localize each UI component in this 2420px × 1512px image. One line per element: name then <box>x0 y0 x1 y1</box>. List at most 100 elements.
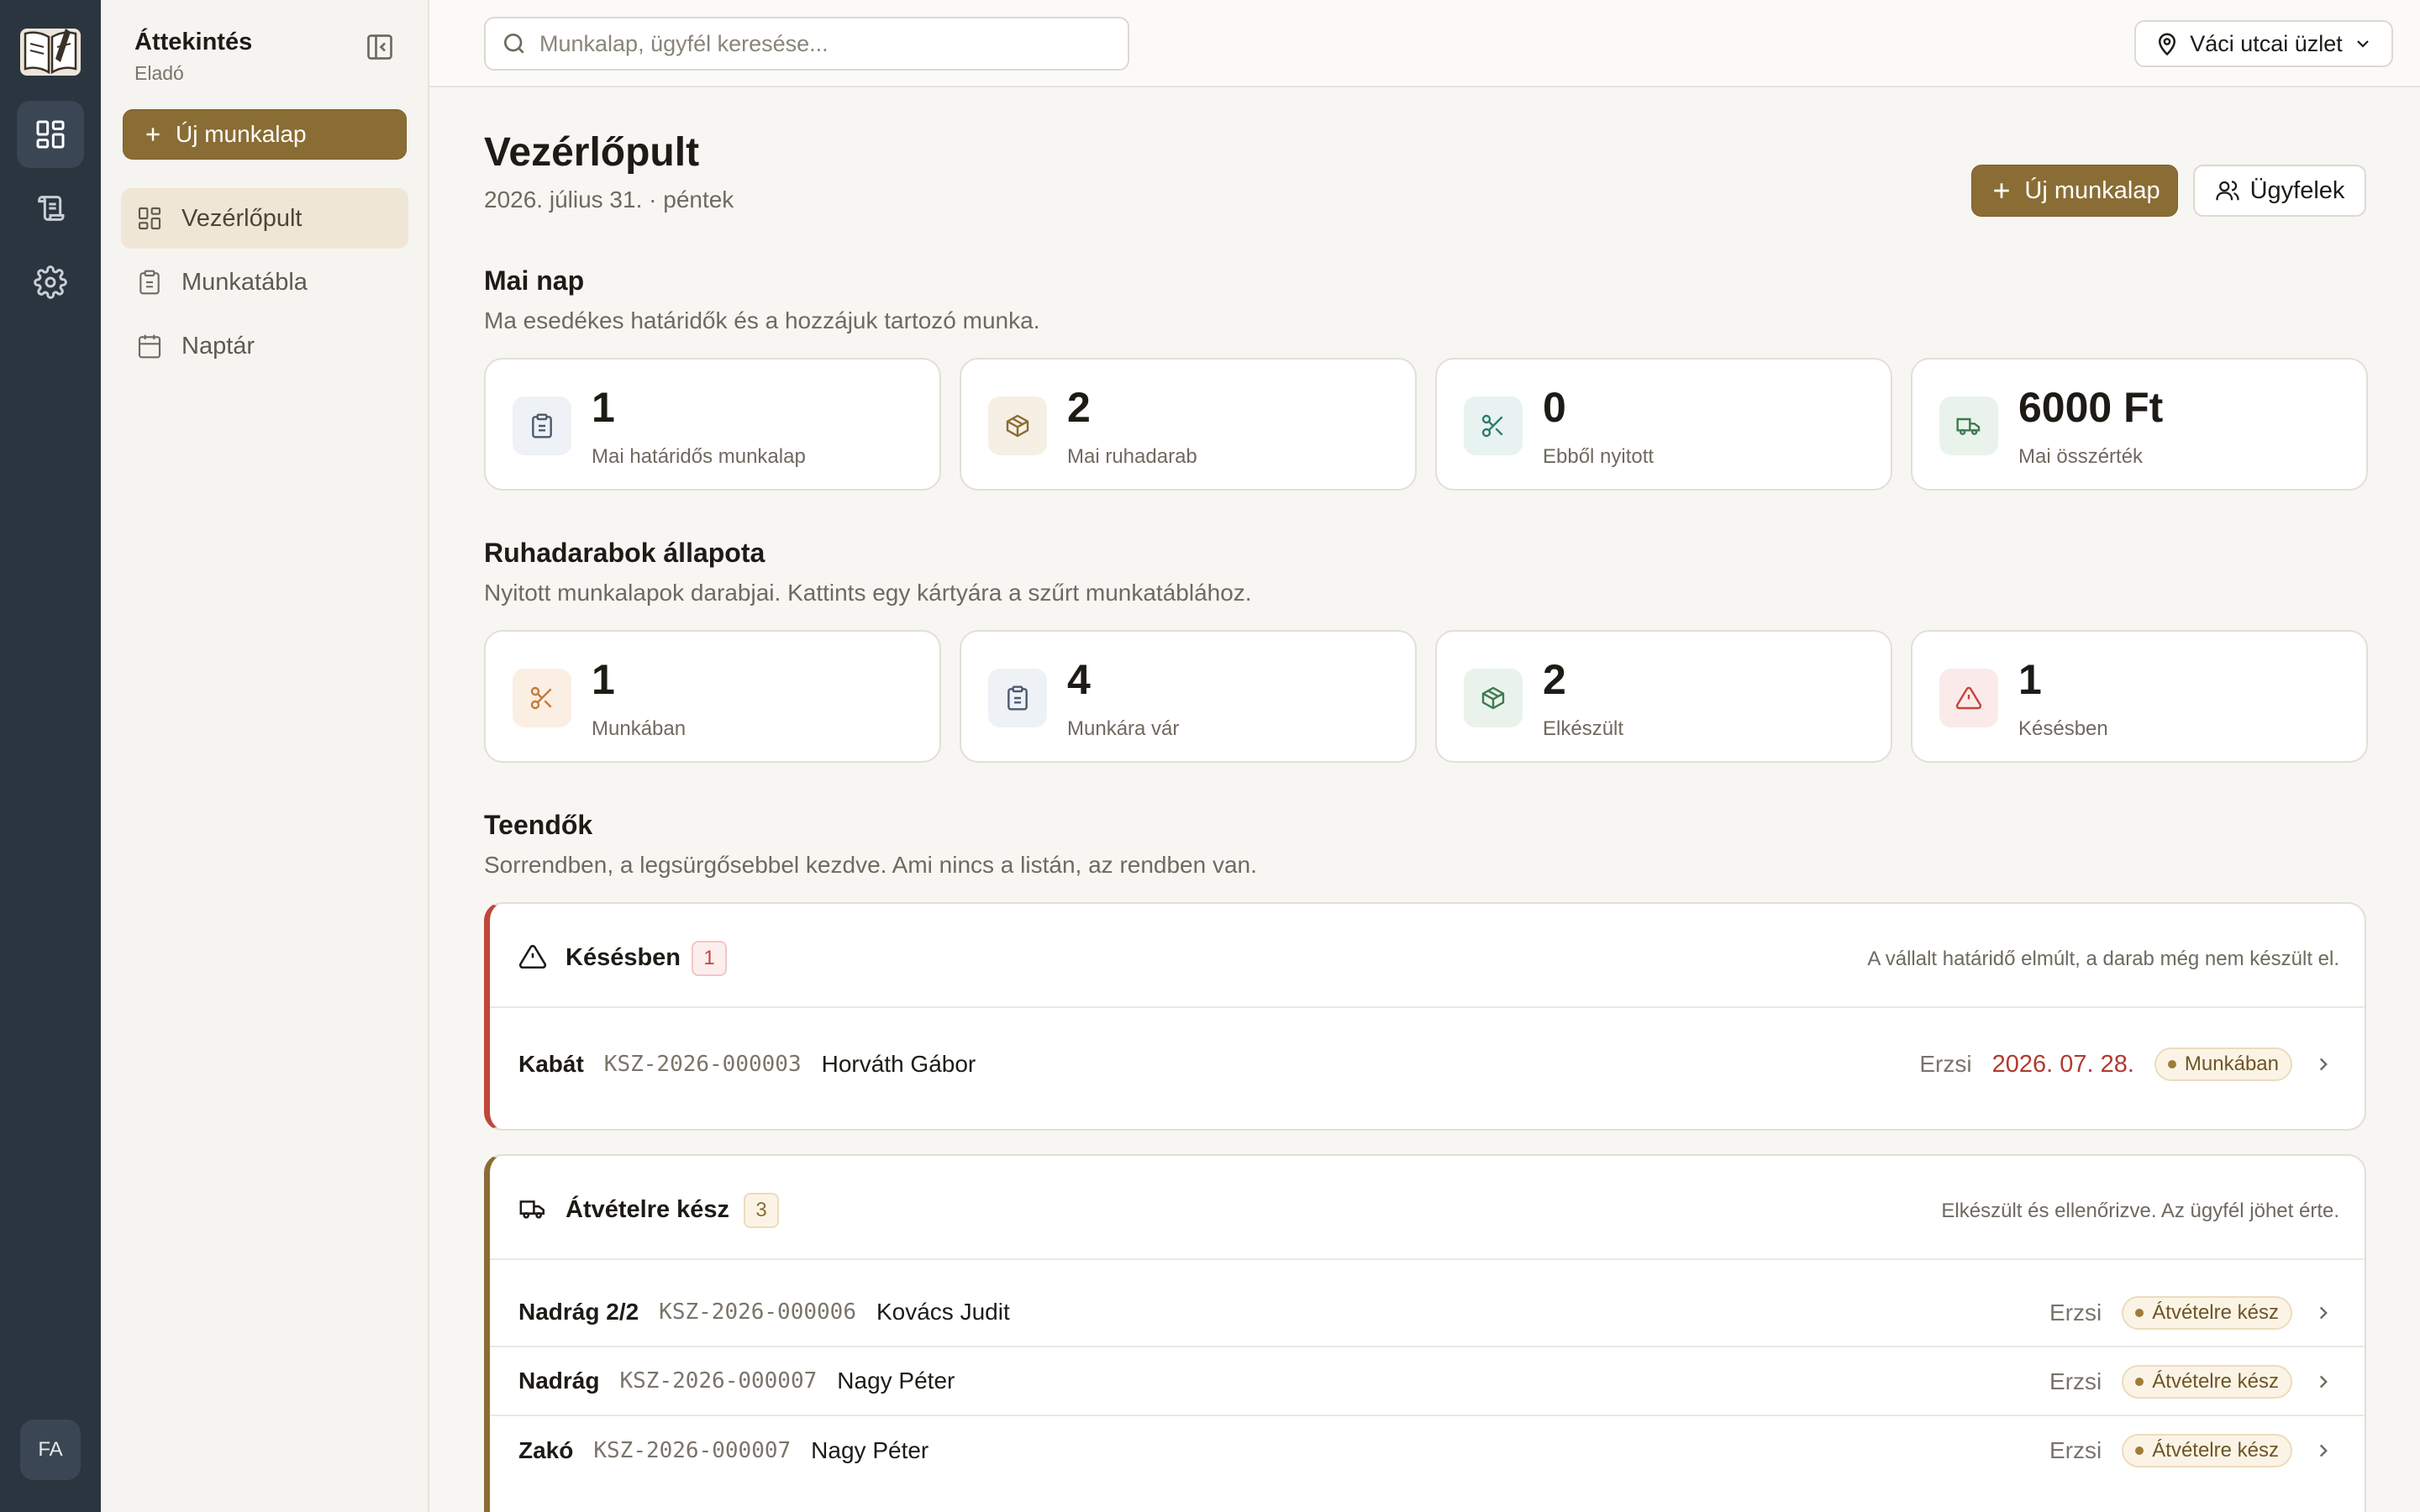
today-card-garments[interactable]: 2 Mai ruhadarab <box>960 358 1417 491</box>
icon-rail: FA <box>0 0 101 1512</box>
group-hint: A vállalt határidő elmúlt, a darab még n… <box>1867 948 2339 970</box>
warning-icon <box>518 944 547 969</box>
status-card-late[interactable]: 1 Késésben <box>1911 630 2368 763</box>
row-staff: Erzsi <box>1919 1051 1972 1077</box>
sidebar-item-label: Munkatábla <box>182 268 308 296</box>
user-avatar[interactable]: FA <box>20 1420 81 1480</box>
sidebar-item-dashboard[interactable]: Vezérlőpult <box>121 188 408 249</box>
main-content: Vezérlőpult 2026. július 31. · péntek Új… <box>484 87 2368 1512</box>
sidebar-collapse-button[interactable] <box>365 32 395 62</box>
status-card-waiting[interactable]: 4 Munkára vár <box>960 630 1417 763</box>
dashboard-grid-icon <box>138 207 161 230</box>
chevron-right-icon <box>2319 1306 2328 1320</box>
gear-icon <box>34 265 67 299</box>
row-item: Zakó <box>518 1437 574 1463</box>
row-due-date: 2026. 07. 28. <box>1991 1050 2134 1078</box>
chevron-right-icon <box>2319 1444 2328 1457</box>
table-row[interactable]: Kabát KSZ-2026-000003 Horváth Gábor Erzs… <box>490 1030 2365 1099</box>
row-client: Horváth Gábor <box>821 1051 976 1077</box>
store-name: Váci utcai üzlet <box>2190 30 2343 56</box>
sidebar-item-calendar[interactable]: Naptár <box>121 316 408 376</box>
rail-dashboard-button[interactable] <box>17 101 84 168</box>
status-badge: Átvételre kész <box>2122 1365 2292 1399</box>
group-name: Átvételre kész <box>566 1196 730 1223</box>
row-item: Nadrág <box>518 1368 600 1394</box>
today-card-total-value[interactable]: 6000 Ft Mai összérték <box>1911 358 2368 491</box>
row-client: Kovács Judit <box>876 1299 1010 1325</box>
sidebar-item-workboard[interactable]: Munkatábla <box>121 252 408 312</box>
truck-icon <box>1939 396 1998 455</box>
package-icon <box>1464 669 1523 727</box>
sidebar: Áttekintés Eladó Új munkalap Vezérlőpult… <box>101 0 429 1512</box>
top-bar: Váci utcai üzlet <box>429 0 2420 87</box>
table-row[interactable]: Nadrág KSZ-2026-000007 Nagy Péter Erzsi … <box>490 1347 2365 1416</box>
truck-icon <box>519 1200 545 1219</box>
card-value: 1 <box>592 384 615 431</box>
group-header: Átvételre kész 3 Elkészült és ellenőrizv… <box>490 1156 2365 1260</box>
group-header: Késésben 1 A vállalt határidő elmúlt, a … <box>490 904 2365 1008</box>
map-pin-icon <box>2159 33 2176 56</box>
row-code: KSZ-2026-000007 <box>619 1368 818 1394</box>
new-worksheet-button[interactable]: Új munkalap <box>1971 165 2178 217</box>
store-selector[interactable]: Váci utcai üzlet <box>2134 20 2393 67</box>
status-card-done[interactable]: 2 Elkészült <box>1435 630 1892 763</box>
card-value: 6000 Ft <box>2018 384 2164 431</box>
today-card-due-worksheets[interactable]: 1 Mai határidős munkalap <box>484 358 941 491</box>
card-value: 4 <box>1067 656 1091 703</box>
users-icon <box>2215 181 2239 201</box>
card-value: 0 <box>1543 384 1566 431</box>
plus-icon <box>1994 183 2010 198</box>
todo-group-late: Késésben 1 A vállalt határidő elmúlt, a … <box>484 902 2366 1131</box>
warning-icon <box>1939 669 1998 727</box>
sidebar-role: Eladó <box>134 62 184 84</box>
search-box[interactable] <box>484 17 1129 71</box>
rail-settings-button[interactable] <box>17 249 84 316</box>
row-client: Nagy Péter <box>837 1368 955 1394</box>
table-row[interactable]: Nadrág 2/2 KSZ-2026-000006 Kovács Judit … <box>490 1278 2365 1347</box>
status-badge: Átvételre kész <box>2122 1434 2292 1467</box>
todo-section-title: Teendők <box>484 810 593 840</box>
search-input[interactable] <box>539 30 1111 57</box>
plus-icon <box>146 128 160 141</box>
card-label: Mai összérték <box>2018 445 2144 468</box>
row-code: KSZ-2026-000007 <box>593 1438 792 1463</box>
scissors-icon <box>1464 396 1523 455</box>
card-label: Munkára vár <box>1067 717 1180 740</box>
card-label: Mai ruhadarab <box>1067 445 1197 468</box>
status-section-title: Ruhadarabok állapota <box>484 538 765 568</box>
scissors-icon <box>513 669 571 727</box>
clients-button[interactable]: Ügyfelek <box>2193 165 2366 217</box>
clipboard-icon <box>988 669 1047 727</box>
page-title: Vezérlőpult <box>484 130 700 175</box>
row-staff: Erzsi <box>2049 1437 2102 1463</box>
row-staff: Erzsi <box>2049 1299 2102 1326</box>
search-icon <box>504 34 524 54</box>
todo-group-ready: Átvételre kész 3 Elkészült és ellenőrizv… <box>484 1154 2366 1512</box>
card-value: 2 <box>1067 384 1091 431</box>
card-label: Ebből nyitott <box>1543 445 1655 468</box>
clipboard-icon <box>139 270 160 295</box>
today-card-open[interactable]: 0 Ebből nyitott <box>1435 358 1892 491</box>
sidebar-new-worksheet-button[interactable]: Új munkalap <box>123 109 407 160</box>
status-badge: Átvételre kész <box>2122 1296 2292 1330</box>
sidebar-title: Áttekintés <box>134 29 253 55</box>
rail-worksheets-button[interactable] <box>17 175 84 242</box>
sidebar-new-worksheet-label: Új munkalap <box>176 121 307 147</box>
group-hint: Elkészült és ellenőrizve. Az ügyfél jöhe… <box>1941 1200 2339 1222</box>
panel-collapse-icon <box>367 34 392 60</box>
sidebar-item-label: Naptár <box>182 332 255 360</box>
clients-label: Ügyfelek <box>2249 176 2345 204</box>
chevron-down-icon <box>2357 40 2369 48</box>
dashboard-grid-icon <box>36 120 65 149</box>
sidebar-item-label: Vezérlőpult <box>182 204 302 232</box>
todo-section-description: Sorrendben, a legsürgősebbel kezdve. Ami… <box>484 852 1257 878</box>
row-code: KSZ-2026-000003 <box>603 1052 802 1077</box>
status-badge: Munkában <box>2154 1047 2292 1081</box>
status-card-in-progress[interactable]: 1 Munkában <box>484 630 941 763</box>
group-count-badge: 1 <box>692 941 727 976</box>
card-label: Munkában <box>592 717 687 740</box>
card-label: Mai határidős munkalap <box>592 445 806 468</box>
table-row[interactable]: Zakó KSZ-2026-000007 Nagy Péter Erzsi Át… <box>490 1416 2365 1485</box>
scroll-icon <box>38 196 65 221</box>
app-logo-icon <box>18 22 82 77</box>
